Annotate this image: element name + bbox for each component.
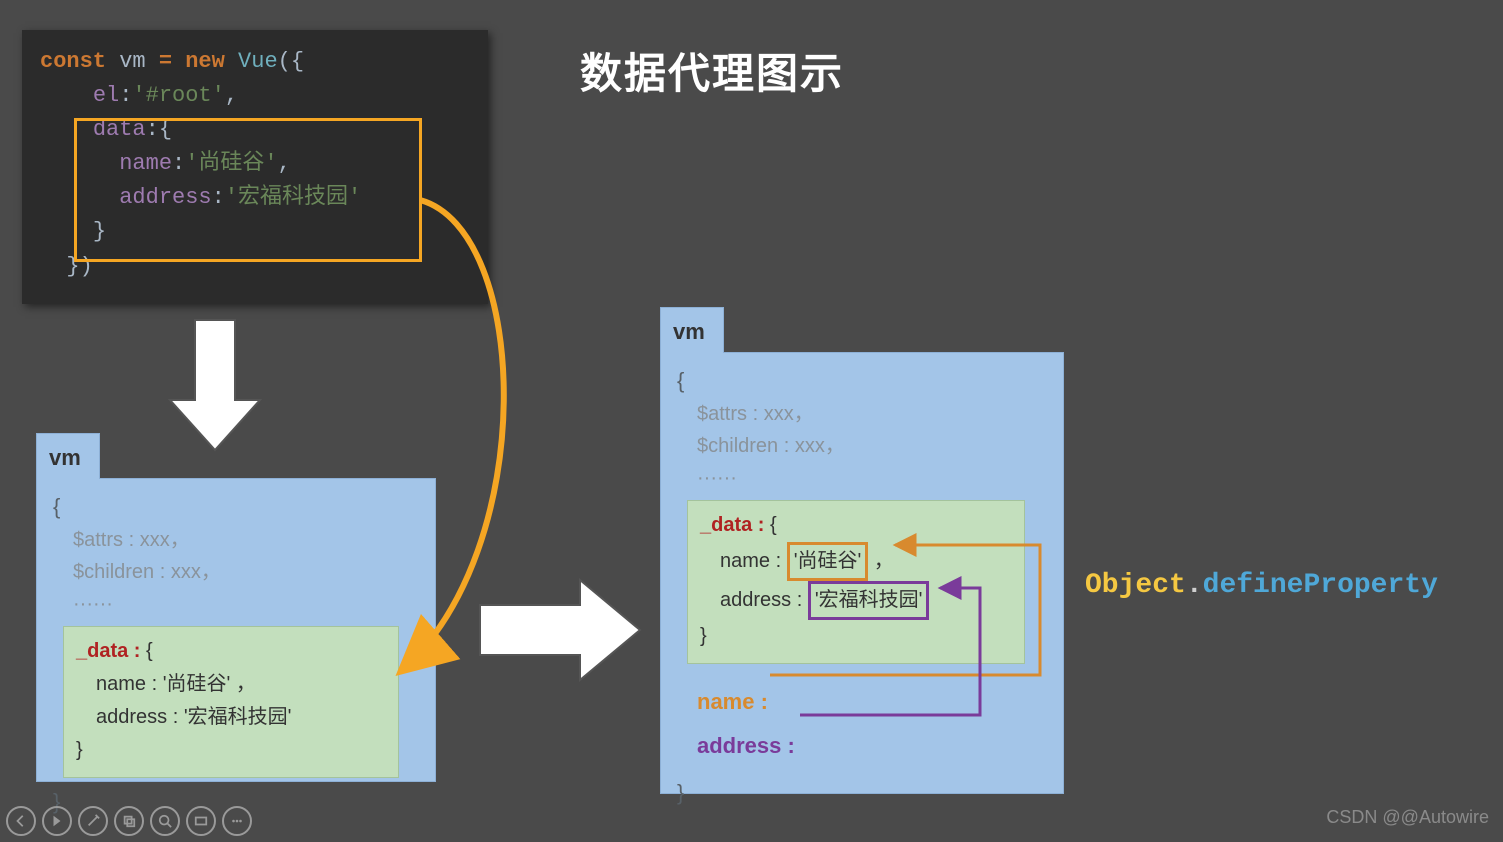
more-button[interactable]: [222, 806, 252, 836]
vm-box-left: vm { $attrs : xxx， $children : xxx， ····…: [36, 432, 436, 782]
code-addr-key: address: [119, 185, 211, 210]
data-name-key-r: name: [720, 550, 770, 572]
data-label-r: _data :: [700, 514, 764, 536]
vm-box-right: vm { $attrs : xxx， $children : xxx， ····…: [660, 306, 1064, 794]
watermark: CSDN @@Autowire: [1326, 807, 1489, 828]
vm-children: $children : xxx，: [53, 556, 419, 588]
code-vue: Vue: [238, 49, 278, 74]
vm-attrs: $attrs : xxx，: [53, 524, 419, 556]
draw-button[interactable]: [78, 806, 108, 836]
prev-button[interactable]: [6, 806, 36, 836]
vm-dots-r: ······: [677, 462, 1047, 494]
screen-button[interactable]: [186, 806, 216, 836]
vm-open-brace-r: {: [677, 363, 1047, 398]
code-data-key: data: [93, 117, 146, 142]
clone-button[interactable]: [114, 806, 144, 836]
code-vm: vm: [119, 49, 145, 74]
vm-attrs-r: $attrs : xxx，: [677, 398, 1047, 430]
down-arrow-icon: [170, 320, 260, 450]
data-addr-key-r: address: [720, 589, 791, 611]
data-open: {: [146, 640, 153, 662]
data-label: _data :: [76, 640, 140, 662]
code-addr-val: '宏福科技园': [225, 185, 361, 210]
right-arrow-icon: [480, 580, 640, 680]
vm-close-brace-r: }: [677, 775, 1047, 810]
data-box-right: _data : { name : '尚硅谷' ， address : '宏福科技…: [687, 500, 1025, 664]
code-name-key: name: [119, 151, 172, 176]
code-el-key: el: [93, 83, 119, 108]
data-addr-key: address: [96, 706, 167, 728]
proxy-name-label: name :: [677, 684, 1047, 719]
code-open: ({: [278, 49, 304, 74]
data-addr-val: '宏福科技园': [184, 706, 292, 728]
proxy-address-label: address :: [677, 728, 1047, 763]
data-name-key: name: [96, 673, 146, 695]
vm-dots: ······: [53, 588, 419, 620]
data-open-r: {: [770, 514, 777, 536]
code-el-val: '#root': [132, 83, 224, 108]
data-close-r: }: [700, 625, 707, 647]
vm-tab-left: vm: [36, 433, 100, 479]
data-name-val-box: '尚硅谷': [787, 542, 869, 581]
vm-tab-right: vm: [660, 307, 724, 353]
define-dot: .: [1186, 570, 1203, 601]
data-close: }: [76, 739, 83, 761]
diagram-title: 数据代理图示: [580, 40, 844, 101]
code-eq-new: = new: [159, 49, 225, 74]
code-block: const vm = new Vue({ el:'#root', data:{ …: [22, 30, 488, 304]
vm-open-brace: {: [53, 489, 419, 524]
code-name-val: '尚硅谷': [185, 151, 277, 176]
define-method: defineProperty: [1203, 570, 1438, 601]
define-object: Object: [1085, 570, 1186, 601]
data-box-left: _data : { name : '尚硅谷' ， address : '宏福科技…: [63, 626, 399, 778]
data-name-val: '尚硅谷': [163, 673, 231, 695]
code-const: const: [40, 49, 106, 74]
vm-children-r: $children : xxx，: [677, 430, 1047, 462]
play-button[interactable]: [42, 806, 72, 836]
zoom-button[interactable]: [150, 806, 180, 836]
define-property-label: Object.defineProperty: [1085, 570, 1438, 601]
data-addr-val-box: '宏福科技园': [808, 581, 930, 620]
player-toolbar: [6, 806, 252, 836]
code-close: }): [66, 254, 92, 279]
